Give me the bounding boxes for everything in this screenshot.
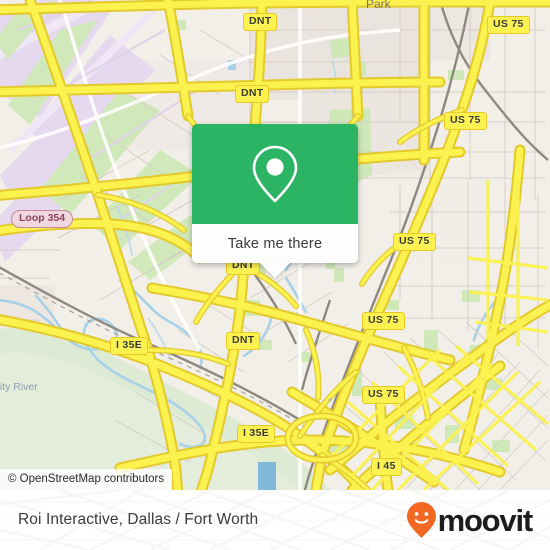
highway-shield-us75: US 75 — [362, 312, 405, 330]
location-pin-icon — [252, 145, 298, 203]
callout-pointer — [259, 262, 291, 278]
highway-shield-loop354: Loop 354 — [11, 210, 74, 228]
highway-shield-i35e: I 35E — [110, 337, 149, 355]
highway-shield-us75: US 75 — [362, 386, 405, 404]
location-callout-card[interactable]: Take me there — [192, 124, 358, 278]
highway-shield-us75: US 75 — [487, 16, 530, 34]
highway-shield-us75: US 75 — [444, 112, 487, 130]
take-me-there-label: Take me there — [227, 235, 323, 252]
map-attribution[interactable]: © OpenStreetMap contributors — [0, 469, 173, 490]
map-label-trinity-river: nity River — [0, 381, 38, 393]
footer-bar: Roi Interactive, Dallas / Fort Worth moo… — [0, 490, 550, 550]
highway-shield-dnt: DNT — [235, 85, 270, 103]
highway-shield-i35e: I 35E — [237, 425, 276, 443]
location-title: Roi Interactive, Dallas / Fort Worth — [18, 511, 259, 528]
highway-shield-dnt: DNT — [226, 332, 261, 350]
map-label-park: Park — [366, 0, 391, 11]
callout-icon-area — [192, 124, 358, 224]
callout-action-area[interactable]: Take me there — [192, 224, 358, 263]
map-canvas[interactable]: Park nity River DNT US 75 DNT US 75 Loop… — [0, 0, 550, 490]
moovit-logo[interactable]: moovit — [406, 501, 534, 539]
moovit-smiley-pin-icon — [406, 502, 436, 538]
highway-shield-us75: US 75 — [393, 233, 436, 251]
highway-shield-i45: I 45 — [371, 458, 402, 476]
highway-shield-dnt: DNT — [243, 13, 278, 31]
map-screenshot: Park nity River DNT US 75 DNT US 75 Loop… — [0, 0, 550, 550]
moovit-wordmark: moovit — [437, 502, 534, 538]
